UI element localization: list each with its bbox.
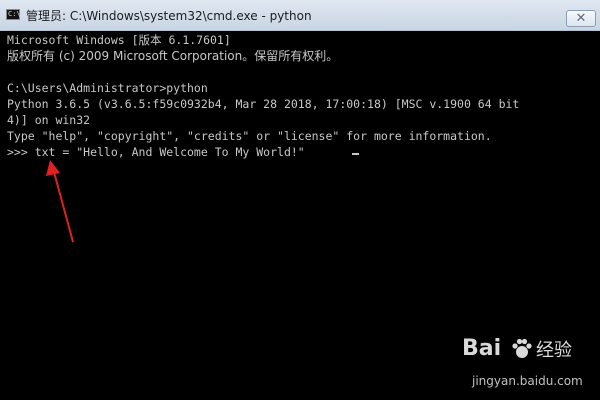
arrow-head [46,160,60,176]
baidu-jingyan-watermark: Bai 经验 jingyan.baidu.com [462,336,594,396]
watermark-suffix: 经验 [536,340,572,361]
watermark-domain: jingyan.baidu.com [472,374,583,388]
paw-icon [512,338,532,358]
cmd-window: C:\ 管理员: C:\Windows\system32\cmd.exe - p… [0,0,600,400]
arrow-shaft [53,171,74,243]
watermark-brand: Bai [462,336,502,361]
